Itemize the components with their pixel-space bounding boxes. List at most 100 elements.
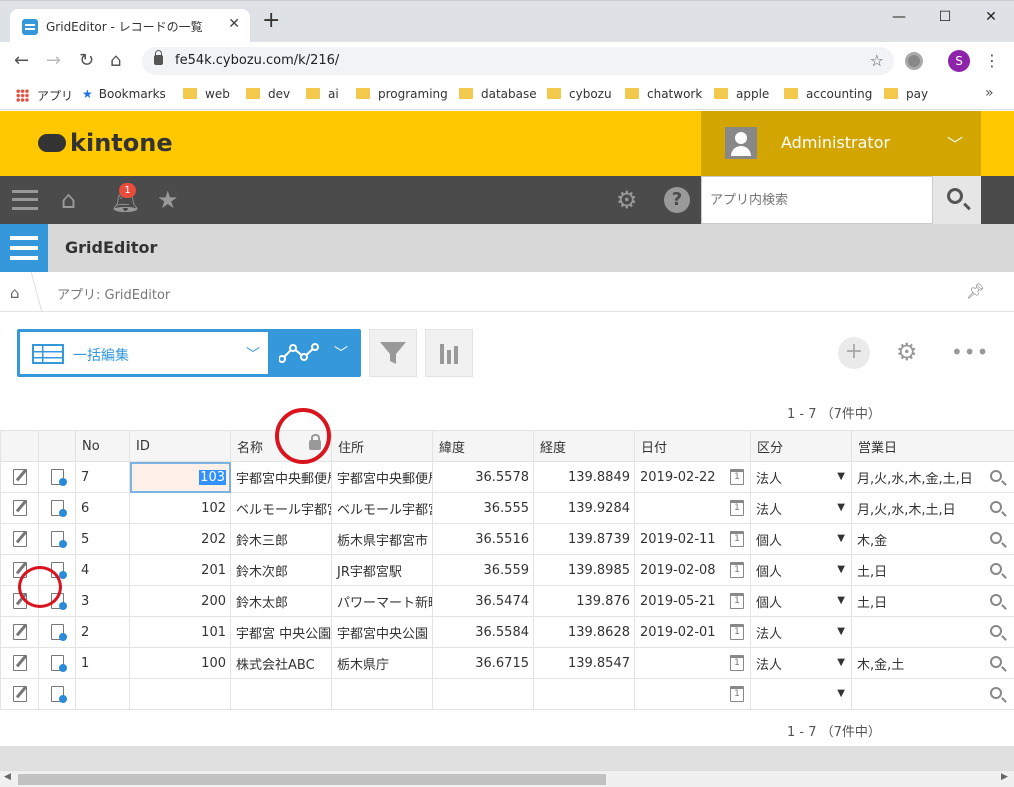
graph-view-icon[interactable] <box>279 343 319 363</box>
cell-lat[interactable]: 36.5578 <box>432 461 534 493</box>
back-arrow-icon[interactable]: ← <box>14 50 29 72</box>
magnifier-icon[interactable] <box>990 656 1002 668</box>
copy-record-icon[interactable] <box>50 531 67 548</box>
cell-name[interactable]: 宇都宮中央郵便局 <box>230 461 332 493</box>
magnifier-icon[interactable] <box>990 625 1002 637</box>
cell-lat[interactable]: 36.5474 <box>432 585 534 617</box>
search-button[interactable] <box>933 176 981 224</box>
view-dropdown[interactable]: 一括編集 ﹀ <box>20 332 268 374</box>
cell-days[interactable]: 木,金,土 <box>851 647 1014 679</box>
scroll-right-arrow-icon[interactable]: ▶ <box>1001 772 1008 782</box>
tab-close-icon[interactable]: ✕ <box>228 16 240 32</box>
cell-kubun[interactable]: 法人 ▼ <box>750 616 852 648</box>
bookmark-apps[interactable]: アプリ <box>16 87 73 104</box>
cell-date[interactable]: 1 <box>634 647 751 679</box>
cell-id[interactable]: 102 <box>129 492 231 524</box>
more-options-icon[interactable]: ••• <box>951 338 989 366</box>
cell-lng[interactable]: 139.8547 <box>533 647 635 679</box>
edit-record-icon[interactable] <box>12 624 27 640</box>
cell-days[interactable]: 土,日 <box>851 554 1014 586</box>
copy-cell[interactable] <box>38 678 76 710</box>
copy-cell[interactable] <box>38 616 76 648</box>
graph-button[interactable] <box>425 329 473 377</box>
bookmark-dev[interactable]: dev <box>246 87 290 101</box>
cell-name[interactable]: ベルモール宇都宮 <box>230 492 332 524</box>
bookmark-bookmarks[interactable]: ★ Bookmarks <box>82 87 166 101</box>
dropdown-arrow-icon[interactable]: ▼ <box>837 502 845 513</box>
cell-days[interactable] <box>851 616 1014 648</box>
cell-lng[interactable]: 139.876 <box>533 585 635 617</box>
cell-lng[interactable] <box>533 678 635 710</box>
header-kubun[interactable]: 区分 <box>750 430 852 462</box>
cell-id[interactable]: 101 <box>129 616 231 648</box>
cell-days[interactable] <box>851 678 1014 710</box>
cell-address[interactable]: 宇都宮中央公園 <box>331 616 433 648</box>
cell-kubun[interactable]: 法人 ▼ <box>750 461 852 493</box>
magnifier-icon[interactable] <box>990 687 1002 699</box>
header-no[interactable]: No <box>75 430 130 462</box>
profile-avatar[interactable]: S <box>948 50 970 72</box>
close-window-button[interactable]: ✕ <box>968 5 1014 29</box>
calendar-icon[interactable]: 1 <box>730 624 744 640</box>
minimize-button[interactable]: — <box>876 5 922 29</box>
bookmark-chatwork[interactable]: chatwork <box>625 87 702 101</box>
user-menu[interactable]: Administrator ﹀ <box>701 111 981 176</box>
calendar-icon[interactable]: 1 <box>730 593 744 609</box>
copy-record-icon[interactable] <box>50 469 67 486</box>
edit-cell[interactable] <box>0 492 39 524</box>
calendar-icon[interactable]: 1 <box>730 469 744 485</box>
home-icon[interactable]: ⌂ <box>110 50 121 72</box>
bookmark-accounting[interactable]: accounting <box>784 87 872 101</box>
cell-name[interactable]: 鈴木三郎 <box>230 523 332 555</box>
copy-cell[interactable] <box>38 523 76 555</box>
cell-address[interactable]: パワーマート新町 <box>331 585 433 617</box>
copy-record-icon[interactable] <box>50 500 67 517</box>
header-address[interactable]: 住所 <box>331 430 433 462</box>
cell-days[interactable]: 木,金 <box>851 523 1014 555</box>
header-lng[interactable]: 経度 <box>533 430 635 462</box>
cell-kubun[interactable]: 個人 ▼ <box>750 523 852 555</box>
header-lat[interactable]: 緯度 <box>432 430 534 462</box>
maximize-button[interactable]: ☐ <box>922 5 968 29</box>
app-settings-gear-icon[interactable]: ⚙ <box>896 338 918 366</box>
cell-days[interactable]: 土,日 <box>851 585 1014 617</box>
edit-record-icon[interactable] <box>12 500 27 516</box>
cell-lat[interactable]: 36.559 <box>432 554 534 586</box>
cell-lng[interactable]: 139.8628 <box>533 616 635 648</box>
dropdown-arrow-icon[interactable]: ▼ <box>837 564 845 575</box>
bookmarks-overflow-icon[interactable]: » <box>985 85 994 101</box>
dropdown-arrow-icon[interactable]: ▼ <box>837 688 845 699</box>
cell-lng[interactable]: 139.8739 <box>533 523 635 555</box>
edit-record-icon[interactable] <box>12 686 27 702</box>
cell-id[interactable]: 200 <box>129 585 231 617</box>
bookmark-programing[interactable]: programing <box>356 87 448 101</box>
copy-record-icon[interactable] <box>50 624 67 641</box>
calendar-icon[interactable]: 1 <box>730 531 744 547</box>
edit-record-icon[interactable] <box>12 531 27 547</box>
dropdown-arrow-icon[interactable]: ▼ <box>837 471 845 482</box>
graph-chevron-down-icon[interactable]: ﹀ <box>334 343 348 363</box>
bookmark-web[interactable]: web <box>183 87 230 101</box>
pin-icon[interactable]: 📌︎ <box>966 282 985 300</box>
magnifier-icon[interactable] <box>990 470 1002 482</box>
cell-name[interactable]: 鈴木次郎 <box>230 554 332 586</box>
cell-address[interactable] <box>331 678 433 710</box>
cell-name[interactable]: 株式会社ABC <box>230 647 332 679</box>
edit-record-icon[interactable] <box>12 469 27 485</box>
magnifier-icon[interactable] <box>990 594 1002 606</box>
horizontal-scrollbar[interactable]: ◀ ▶ <box>0 770 1014 787</box>
view-selector[interactable]: 一括編集 ﹀ ﹀ <box>17 329 361 377</box>
calendar-icon[interactable]: 1 <box>730 500 744 516</box>
cell-lat[interactable]: 36.555 <box>432 492 534 524</box>
cell-address[interactable]: ベルモール宇都宮 <box>331 492 433 524</box>
cell-kubun[interactable]: 個人 ▼ <box>750 554 852 586</box>
bookmark-cybozu[interactable]: cybozu <box>547 87 612 101</box>
cell-name[interactable]: 宇都宮 中央公園 <box>230 616 332 648</box>
browser-tab[interactable]: GridEditor - レコードの一覧 ✕ <box>10 9 250 43</box>
home-nav-icon[interactable]: ⌂ <box>61 186 76 214</box>
header-date[interactable]: 日付 <box>634 430 751 462</box>
scrollbar-thumb[interactable] <box>18 774 606 785</box>
cell-id[interactable]: 201 <box>129 554 231 586</box>
edit-cell[interactable] <box>0 647 39 679</box>
cell-lat[interactable] <box>432 678 534 710</box>
